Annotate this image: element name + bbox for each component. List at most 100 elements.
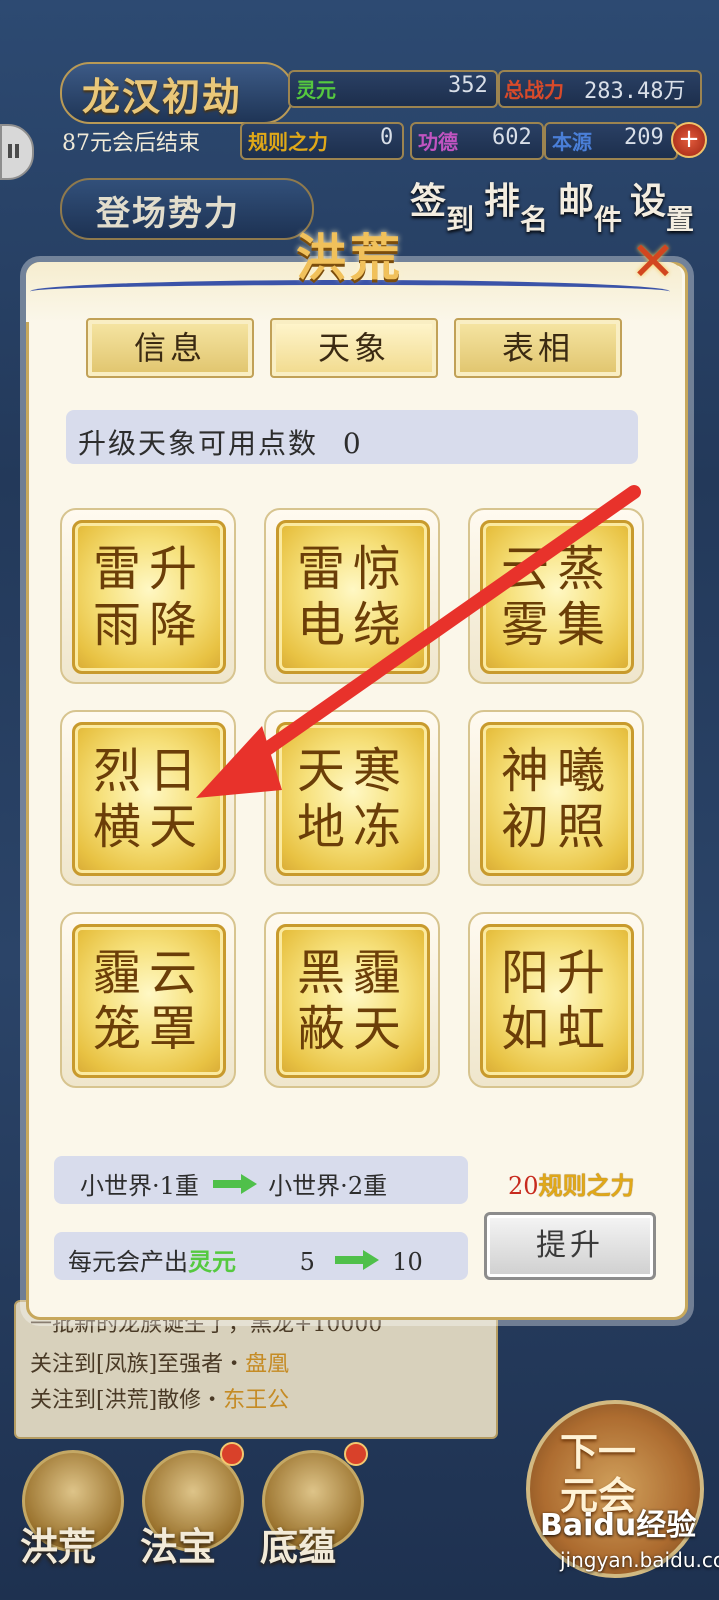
nav-label: 法宝 bbox=[140, 1524, 217, 1569]
nav-label: 邮 bbox=[558, 180, 595, 222]
skill-line: 烈日 bbox=[92, 743, 205, 799]
skill-name: 阳升 如虹 bbox=[483, 945, 631, 1057]
stat-label: 灵元 bbox=[296, 78, 336, 102]
skill-card[interactable]: 黑霾 蔽天 bbox=[264, 912, 440, 1088]
points-label: 升级天象可用点数 bbox=[78, 427, 319, 460]
skill-card[interactable]: 天寒 地冻 bbox=[264, 710, 440, 886]
skill-tile: 阳升 如虹 bbox=[480, 924, 634, 1078]
skill-line: 蔽天 bbox=[296, 1001, 409, 1057]
nav-label: 设 bbox=[630, 180, 667, 222]
stat-value: 283.48万 bbox=[584, 79, 686, 104]
skill-tile: 神曦 初照 bbox=[480, 722, 634, 876]
nav-label: 底蕴 bbox=[260, 1524, 337, 1569]
tab-celestial[interactable]: 天象 bbox=[270, 318, 438, 378]
skill-tile: 烈日 横天 bbox=[72, 722, 226, 876]
baidu-watermark-logo: Baidu经验 bbox=[540, 1508, 697, 1543]
skill-line: 笼罩 bbox=[92, 1001, 205, 1057]
skill-line: 天寒 bbox=[296, 743, 409, 799]
plus-icon[interactable]: + bbox=[671, 122, 707, 158]
skill-line: 黑霾 bbox=[296, 945, 409, 1001]
stat-label: 总战力 bbox=[504, 78, 564, 102]
feed-text: 关注到[洪荒]散修・ bbox=[30, 1388, 224, 1413]
skill-line: 电绕 bbox=[296, 597, 409, 653]
nav-label: 洪荒 bbox=[20, 1524, 97, 1569]
feed-highlight: 东王公 bbox=[223, 1388, 290, 1413]
tab-appearance[interactable]: 表相 bbox=[454, 318, 622, 378]
stat-value: 602 bbox=[492, 125, 532, 150]
skill-card[interactable]: 云蒸 雾集 bbox=[468, 508, 644, 684]
game-title: 龙汉初劫 bbox=[82, 74, 243, 119]
ranking-button[interactable]: 排 名 bbox=[484, 172, 556, 244]
output-from: 5 bbox=[299, 1248, 315, 1276]
skill-name: 霾云 笼罩 bbox=[75, 945, 223, 1057]
nav-honghuang[interactable]: 洪荒 bbox=[14, 1450, 124, 1590]
level-upgrade-text: 小世界·1重 小世界·2重 bbox=[80, 1166, 387, 1201]
skill-tile: 霾云 笼罩 bbox=[72, 924, 226, 1078]
nav-diyun[interactable]: 底蕴 bbox=[254, 1450, 364, 1590]
nav-label: 件 bbox=[594, 203, 623, 236]
stat-label: 本源 bbox=[552, 130, 592, 154]
dialog-title: 洪荒 bbox=[296, 228, 404, 287]
skill-line: 地冻 bbox=[296, 799, 409, 855]
skill-card[interactable]: 神曦 初照 bbox=[468, 710, 644, 886]
output-text: 每元会产出灵元 5 10 bbox=[68, 1242, 423, 1277]
skill-line: 横天 bbox=[92, 799, 205, 855]
skill-card[interactable]: 烈日 横天 bbox=[60, 710, 236, 886]
feed-line: 关注到[洪荒]散修・东王公 bbox=[30, 1382, 289, 1414]
mail-button[interactable]: 邮 件 bbox=[558, 172, 630, 244]
skill-tile: 云蒸 雾集 bbox=[480, 520, 634, 674]
stat-label: 功德 bbox=[418, 130, 458, 154]
faction-button-label: 登场势力 bbox=[96, 194, 240, 234]
countdown-text: 87元会后结束 bbox=[62, 131, 200, 156]
output-to: 10 bbox=[392, 1248, 423, 1276]
nav-label: 到 bbox=[446, 203, 475, 236]
skill-tile: 天寒 地冻 bbox=[276, 722, 430, 876]
notification-dot bbox=[220, 1442, 244, 1466]
feed-line: 关注到[凤族]至强者・盘凰 bbox=[30, 1346, 289, 1378]
skill-name: 神曦 初照 bbox=[483, 743, 631, 855]
upgrade-button[interactable]: 提升 bbox=[484, 1212, 656, 1280]
checkin-button[interactable]: 签 到 bbox=[410, 172, 482, 244]
stat-label: 规则之力 bbox=[248, 130, 328, 154]
skill-card[interactable]: 雷惊 电绕 bbox=[264, 508, 440, 684]
next-era-line: 下一 bbox=[560, 1429, 637, 1474]
skill-card[interactable]: 霾云 笼罩 bbox=[60, 912, 236, 1088]
skill-line: 霾云 bbox=[92, 945, 205, 1001]
skill-name: 天寒 地冻 bbox=[279, 743, 427, 855]
feed-highlight: 盘凰 bbox=[245, 1352, 290, 1377]
upgrade-cost: 20规则之力 bbox=[508, 1166, 635, 1201]
skill-line: 雾集 bbox=[500, 597, 613, 653]
nav-fabao[interactable]: 法宝 bbox=[134, 1450, 244, 1590]
tab-info[interactable]: 信息 bbox=[86, 318, 254, 378]
level-from: 小世界·1重 bbox=[80, 1172, 199, 1200]
skill-line: 雷惊 bbox=[296, 541, 409, 597]
feed-text: 关注到[凤族]至强者・ bbox=[30, 1352, 246, 1377]
notification-dot bbox=[344, 1442, 368, 1466]
nav-label: 签 bbox=[410, 180, 447, 222]
skill-name: 雷惊 电绕 bbox=[279, 541, 427, 653]
output-label: 每元会产出 bbox=[68, 1248, 188, 1276]
nav-label: 排 bbox=[484, 180, 521, 222]
level-to: 小世界·2重 bbox=[268, 1172, 388, 1200]
points-text: 升级天象可用点数 0 bbox=[78, 422, 363, 462]
skill-line: 初照 bbox=[500, 799, 613, 855]
skill-line: 雨降 bbox=[92, 597, 205, 653]
skill-card[interactable]: 雷升 雨降 bbox=[60, 508, 236, 684]
arrow-right-icon bbox=[334, 1250, 379, 1270]
skill-tile: 黑霾 蔽天 bbox=[276, 924, 430, 1078]
skill-tile: 雷升 雨降 bbox=[72, 520, 226, 674]
close-icon[interactable]: ✕ bbox=[626, 232, 680, 292]
points-value: 0 bbox=[342, 427, 363, 460]
cost-label: 规则之力 bbox=[538, 1171, 635, 1200]
stat-value: 209 bbox=[624, 125, 664, 150]
skill-name: 雷升 雨降 bbox=[75, 541, 223, 653]
skill-card[interactable]: 阳升 如虹 bbox=[468, 912, 644, 1088]
skill-line: 如虹 bbox=[500, 1001, 613, 1057]
skill-name: 黑霾 蔽天 bbox=[279, 945, 427, 1057]
skill-name: 烈日 横天 bbox=[75, 743, 223, 855]
skill-line: 云蒸 bbox=[500, 541, 613, 597]
pause-button[interactable] bbox=[0, 124, 34, 180]
output-resource: 灵元 bbox=[188, 1247, 236, 1276]
skill-line: 神曦 bbox=[500, 743, 613, 799]
cost-value: 20 bbox=[508, 1172, 539, 1200]
